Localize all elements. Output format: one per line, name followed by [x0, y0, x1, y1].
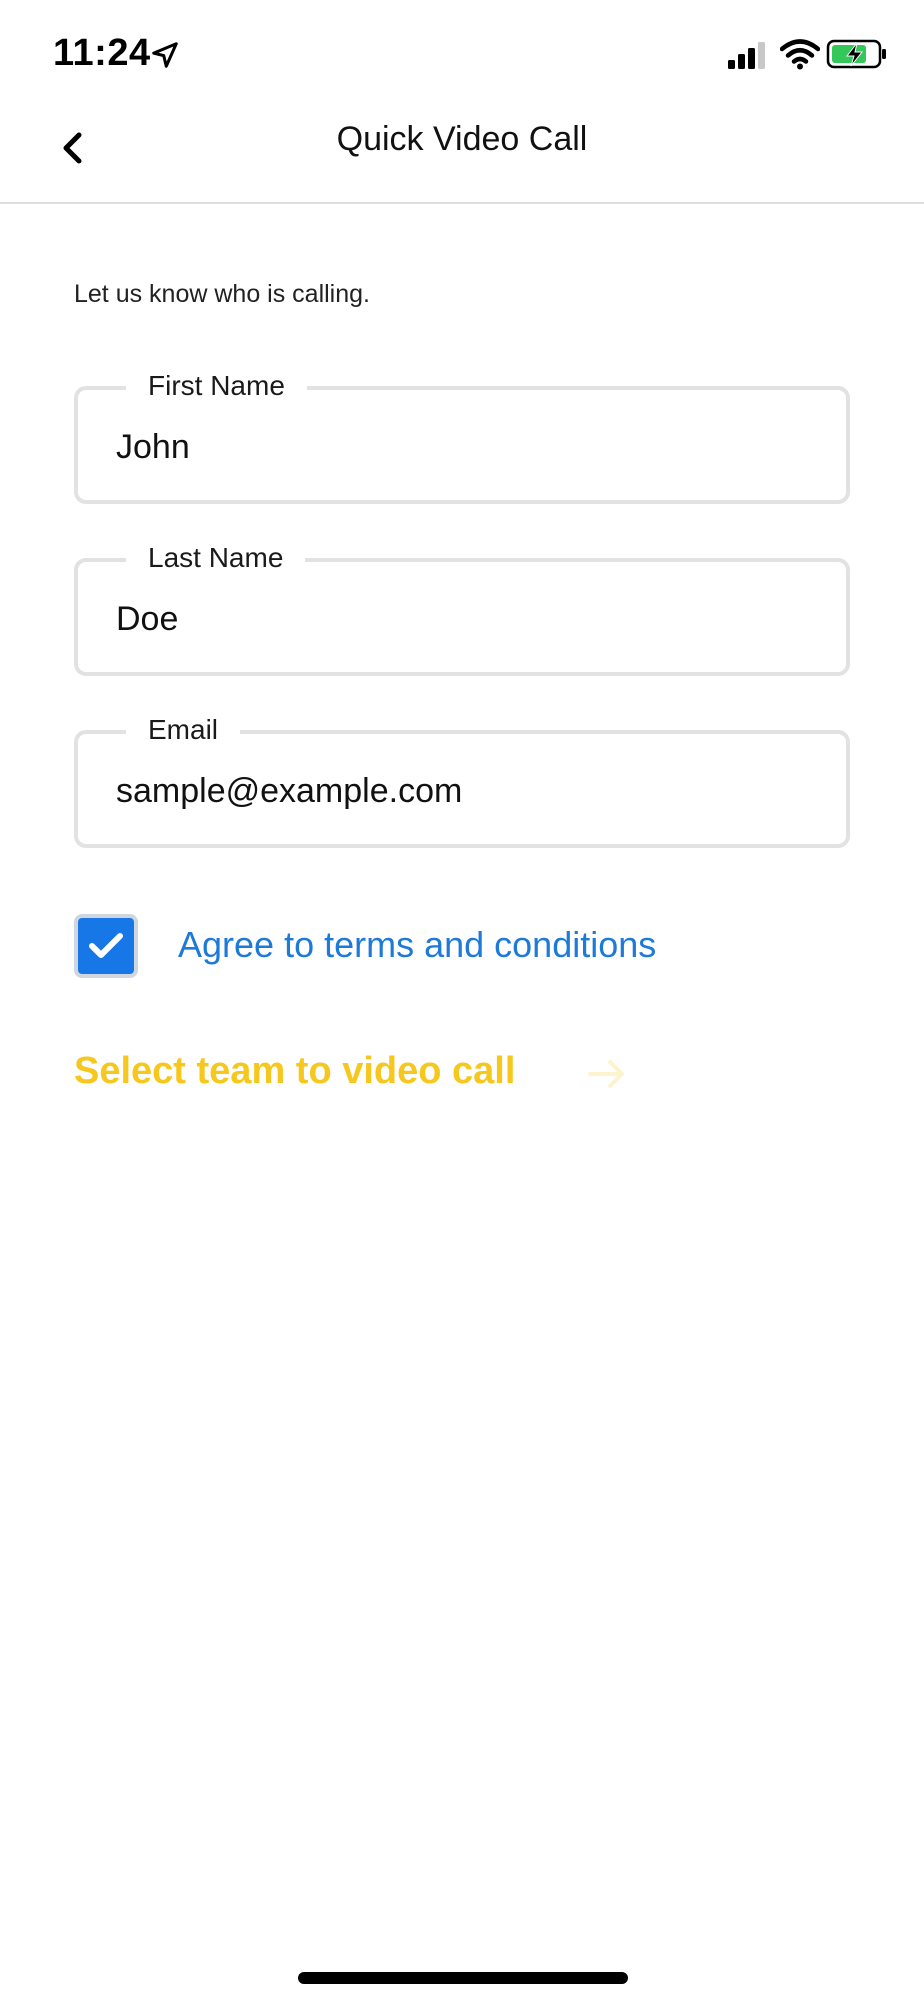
terms-link[interactable]: Agree to terms and conditions [178, 924, 656, 966]
first-name-input[interactable] [116, 428, 796, 467]
page-title: Quick Video Call [336, 120, 588, 158]
first-name-label: First Name [126, 366, 307, 406]
location-arrow-icon [152, 42, 178, 68]
terms-checkbox[interactable] [74, 914, 138, 978]
status-time: 11:24 [53, 32, 151, 74]
intro-text: Let us know who is calling. [74, 280, 370, 308]
quick-video-call-screen: 11:24 Quick Video Call Let us know who i… [0, 0, 924, 2000]
email-label: Email [126, 710, 241, 750]
last-name-label: Last Name [126, 538, 306, 578]
battery-charging-icon [826, 39, 886, 69]
nav-bar: Quick Video Call [0, 110, 924, 204]
cellular-signal-icon [728, 42, 765, 69]
email-field: Email [74, 710, 850, 848]
arrow-right-icon[interactable] [586, 1054, 630, 1094]
email-input[interactable] [116, 772, 796, 811]
last-name-field: Last Name [74, 538, 850, 676]
home-indicator [298, 1972, 628, 1984]
last-name-input[interactable] [116, 600, 796, 639]
checkmark-icon [89, 933, 123, 958]
select-team-button[interactable]: Select team to video call [74, 1050, 515, 1093]
status-bar: 11:24 [0, 0, 924, 110]
first-name-field: First Name [74, 366, 850, 504]
wifi-icon [780, 39, 820, 70]
terms-row: Agree to terms and conditions [74, 914, 850, 980]
